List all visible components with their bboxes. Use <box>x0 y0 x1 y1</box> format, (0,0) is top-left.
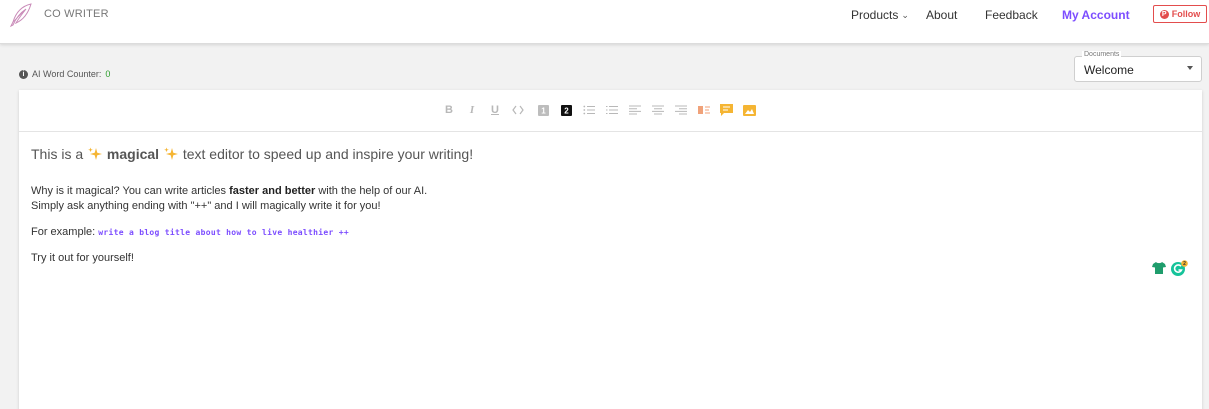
example-label: For example: <box>31 226 96 238</box>
align-center-icon[interactable] <box>651 103 665 117</box>
paragraph-3: For example: write a blog title about ho… <box>31 225 1190 240</box>
align-left-icon[interactable] <box>628 103 642 117</box>
top-navbar: CO WRITER Products ⌄ About Feedback My Ac… <box>0 0 1209 44</box>
p1-bold: faster and better <box>229 185 316 197</box>
side-extension-icons: 2 <box>1152 260 1188 276</box>
example-code: write a blog title about how to live hea… <box>98 228 349 237</box>
ai-word-counter: i AI Word Counter: 0 <box>19 69 110 79</box>
tshirt-icon[interactable] <box>1152 262 1166 274</box>
documents-selected-value: Welcome <box>1084 63 1134 77</box>
bullet-list-icon[interactable] <box>605 103 619 117</box>
paragraph-4: Try it out for yourself! <box>31 252 134 264</box>
documents-legend: Documents <box>1082 51 1122 58</box>
align-right-icon[interactable] <box>674 103 688 117</box>
comment-icon[interactable] <box>719 103 733 117</box>
svg-text:2: 2 <box>564 106 569 115</box>
paragraph-1: Why is it magical? You can write article… <box>31 184 1190 199</box>
heading-text-bold: magical <box>106 146 160 162</box>
brand-name[interactable]: CO WRITER <box>44 8 109 20</box>
word-counter-label: AI Word Counter: <box>32 69 102 79</box>
nav-products-label: Products <box>851 8 899 22</box>
nav-about-link[interactable]: About <box>926 8 957 22</box>
underline-icon[interactable]: U <box>488 103 502 117</box>
ordered-list-icon[interactable] <box>582 103 596 117</box>
sparkles-icon <box>88 147 103 160</box>
nav-feedback-link[interactable]: Feedback <box>985 8 1038 22</box>
info-icon[interactable]: i <box>19 69 28 79</box>
editor-panel: B I U 1 2 This is a magical text editor … <box>19 90 1202 409</box>
editor-toolbar: B I U 1 2 <box>19 90 1202 132</box>
follow-label: Follow <box>1171 9 1201 19</box>
chevron-down-icon: ⌄ <box>901 10 909 20</box>
feather-pen-icon[interactable] <box>8 2 34 28</box>
p1-pre: Why is it magical? You can write article… <box>31 185 230 197</box>
dropdown-arrow-icon <box>1187 66 1193 70</box>
heading-text-post: text editor to speed up and inspire your… <box>182 146 474 162</box>
grammarly-icon[interactable]: 2 <box>1170 260 1188 276</box>
svg-text:1: 1 <box>541 106 546 115</box>
ai-tool-icon[interactable] <box>697 103 711 117</box>
italic-icon[interactable]: I <box>465 103 479 117</box>
sparkles-icon <box>164 147 178 160</box>
heading-1-icon[interactable]: 1 <box>536 103 550 117</box>
bold-icon[interactable]: B <box>442 103 456 117</box>
p1-post: with the help of our AI. <box>315 185 428 197</box>
heading-text-pre: This is a <box>31 146 84 162</box>
grammarly-badge: 2 <box>1183 261 1186 267</box>
paragraph-2: Simply ask anything ending with "++" and… <box>31 200 381 212</box>
editor-content[interactable]: This is a magical text editor to speed u… <box>31 146 1190 266</box>
word-counter-value: 0 <box>105 69 111 79</box>
nav-products-menu[interactable]: Products ⌄ <box>851 8 909 22</box>
pinterest-icon: P <box>1159 9 1169 19</box>
documents-select[interactable]: Documents Welcome <box>1074 51 1202 82</box>
code-icon[interactable] <box>511 103 525 117</box>
editor-heading-line: This is a magical text editor to speed u… <box>31 146 1190 162</box>
image-icon[interactable] <box>742 103 756 117</box>
follow-button[interactable]: P Follow <box>1153 5 1207 23</box>
heading-2-icon[interactable]: 2 <box>559 103 573 117</box>
nav-my-account-link[interactable]: My Account <box>1062 8 1130 22</box>
